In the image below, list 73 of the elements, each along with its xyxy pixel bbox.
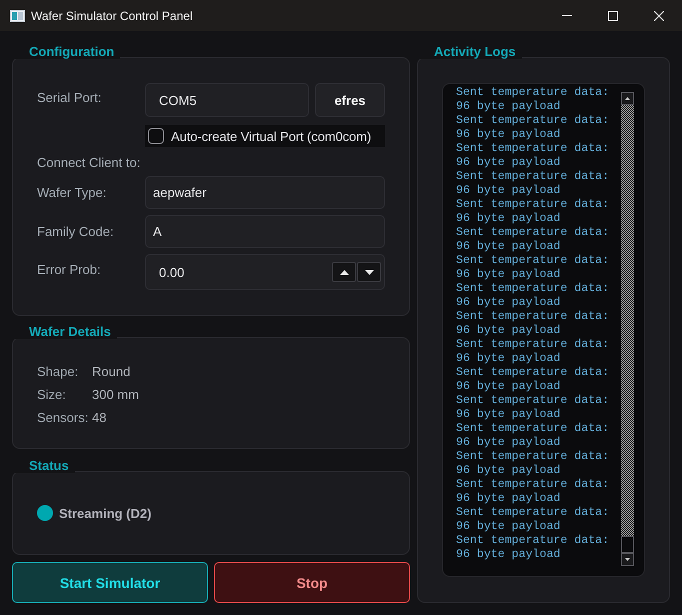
number-spin-field[interactable]: 0.00 [145,254,385,290]
log-line: 96 byte payload [456,520,560,534]
detail-label: Size: [37,387,67,402]
caret-up-icon [625,97,630,100]
log-line: Sent temperature data: [456,114,610,128]
log-line: 96 byte payload [456,548,560,562]
log-line: Sent temperature data: [456,142,610,156]
log-line: Sent temperature data: [456,478,610,492]
scrollbar-thumb[interactable] [621,536,634,553]
detail-value: 48 [92,410,108,425]
log-line: Sent temperature data: [456,170,610,184]
log-line: 96 byte payload [456,408,560,422]
window-title: Wafer Simulator Control Panel [31,8,193,22]
log-line: 96 byte payload [456,352,560,366]
serial-port-field[interactable]: COM5 [145,83,309,117]
decrement-button[interactable] [357,262,381,282]
log-line: 96 byte payload [456,240,560,254]
close-icon [654,10,664,20]
field-label: Serial Port: [37,89,102,105]
checkbox[interactable] [148,128,164,144]
maximize-icon [608,10,618,20]
checkbox-label: Auto-create Virtual Port (com0com) [171,128,372,144]
log-line: Sent temperature data: [456,534,610,548]
group-title: Activity Logs [417,44,522,59]
log-line: 96 byte payload [456,296,560,310]
detail-label: Sensors: [37,410,90,425]
log-line: Sent temperature data: [456,86,610,100]
log-line: Sent temperature data: [456,254,610,268]
stop-button[interactable]: Stop [214,562,410,603]
log-line: 96 byte payload [456,184,560,198]
detail-label: Shape: [37,364,80,379]
scroll-down-button[interactable] [621,553,634,566]
log-line: 96 byte payload [456,268,560,282]
log-line: Sent temperature data: [456,394,610,408]
log-line: Sent temperature data: [456,422,610,436]
log-line: Sent temperature data: [456,366,610,380]
group-title: Configuration [12,44,120,59]
log-line: Sent temperature data: [456,198,610,212]
log-line: Sent temperature data: [456,338,610,352]
group-title: Status [12,458,75,473]
log-line: 96 byte payload [456,324,560,338]
field-label: Family Code: [37,224,115,239]
text-field[interactable]: A [145,215,385,248]
text-field[interactable]: aepwafer [145,176,385,209]
app-window-icon [10,10,25,22]
log-line: 96 byte payload [456,156,560,170]
refresh-button[interactable]: efres [315,83,385,117]
log-line: Sent temperature data: [456,310,610,324]
log-line: Sent temperature data: [456,450,610,464]
caret-up-icon [340,270,348,274]
detail-value: Round [92,364,132,379]
field-label: Error Prob: [37,261,102,277]
field-label: Wafer Type: [37,185,108,200]
log-line: Sent temperature data: [456,506,610,520]
caret-down-icon [364,270,374,274]
log-line: 96 byte payload [456,436,560,450]
group-title: Wafer Details [12,324,117,339]
scroll-up-button[interactable] [621,92,634,105]
section-label: Connect Client to: [37,155,142,170]
log-line: 96 byte payload [456,464,560,478]
status-text: Streaming (D2) [59,506,152,520]
log-line: 96 byte payload [456,380,560,394]
detail-value: 300 mm [92,387,139,402]
log-line: Sent temperature data: [456,282,610,296]
increment-button[interactable] [332,262,356,282]
log-line: 96 byte payload [456,128,560,142]
log-line: Sent temperature data: [456,226,610,240]
log-line: 96 byte payload [456,492,560,506]
start-button[interactable]: Start Simulator [12,562,208,603]
log-line: 96 byte payload [456,100,560,114]
log-line: 96 byte payload [456,212,560,226]
minimize-icon [562,15,572,16]
caret-down-icon [625,558,630,561]
